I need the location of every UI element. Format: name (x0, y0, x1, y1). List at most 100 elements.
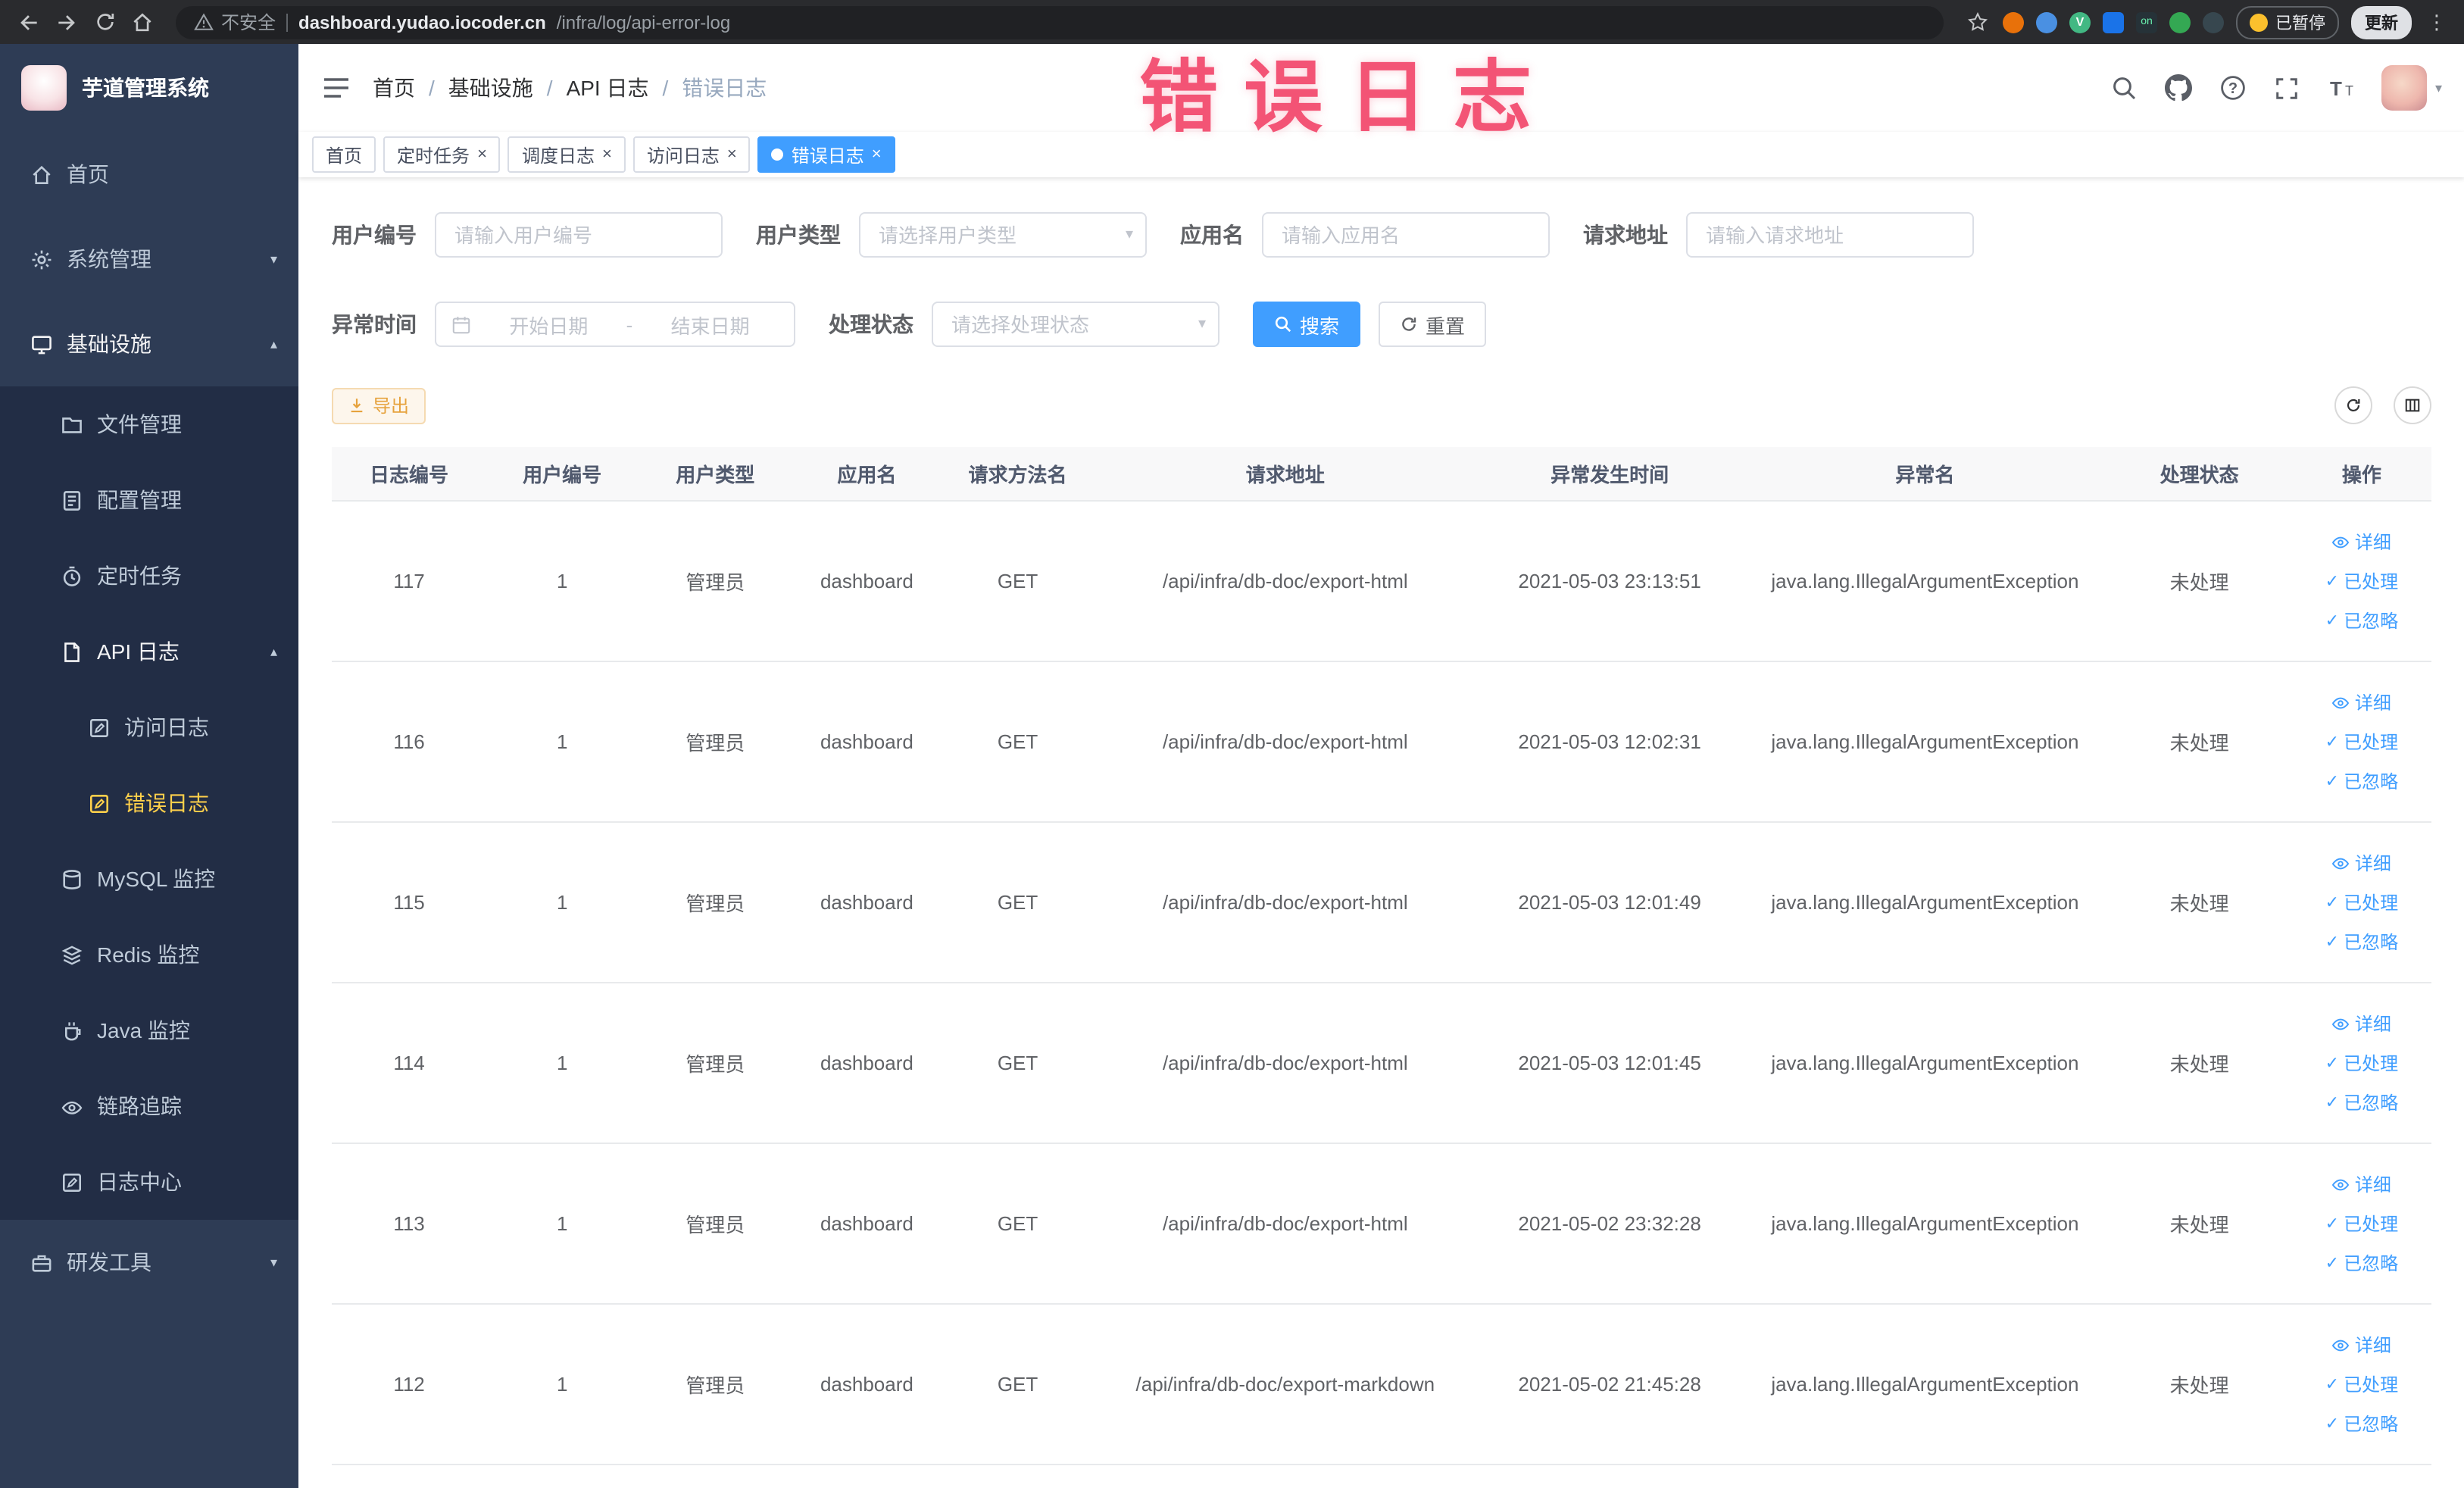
edit-note-icon (88, 792, 111, 814)
close-icon[interactable]: × (872, 145, 882, 164)
breadcrumb-item[interactable]: API 日志 (567, 73, 649, 103)
hamburger-icon[interactable] (321, 73, 351, 103)
search-icon (1275, 316, 1291, 333)
github-icon[interactable] (2164, 73, 2193, 102)
ignored-link[interactable]: ✓ 已忽略 (2298, 1083, 2425, 1122)
sidebar-item-mysql[interactable]: MySQL 监控 (0, 841, 298, 917)
tab-access-log[interactable]: 访问日志 × (632, 136, 751, 173)
search-button[interactable]: 搜索 (1253, 302, 1361, 347)
search-icon[interactable] (2110, 73, 2138, 102)
col-actions: 操作 (2291, 447, 2431, 502)
detail-link[interactable]: 详细 (2298, 1325, 2425, 1365)
sidebar-item-infra[interactable]: 基础设施 ▴ (0, 302, 298, 386)
request-url-label: 请求地址 (1583, 223, 1668, 247)
user-id-input[interactable] (435, 212, 723, 258)
processed-link[interactable]: ✓ 已处理 (2298, 1043, 2425, 1083)
ignored-link[interactable]: ✓ 已忽略 (2298, 601, 2425, 640)
detail-link[interactable]: 详细 (2298, 522, 2425, 561)
sidebar-item-trace[interactable]: 链路追踪 (0, 1068, 298, 1144)
cell-app-name: dashboard (792, 1304, 942, 1465)
sidebar-item-file[interactable]: 文件管理 (0, 386, 298, 462)
cell-url: /api/infra/db-doc/export-html (1094, 1143, 1476, 1305)
detail-link[interactable]: 详细 (2298, 1164, 2425, 1204)
extension-icon-3[interactable]: V (2069, 11, 2091, 33)
cell-app-name: dashboard (792, 1143, 942, 1305)
tab-error-log[interactable]: 错误日志 × (757, 136, 895, 173)
ignored-link[interactable]: ✓ 已忽略 (2298, 1243, 2425, 1283)
browser-menu-icon[interactable]: ⋮ (2424, 10, 2450, 34)
tab-home[interactable]: 首页 (312, 136, 376, 173)
security-warning[interactable]: 不安全 (194, 9, 276, 35)
extension-icon-5[interactable]: on (2136, 11, 2157, 33)
processed-link[interactable]: ✓ 已处理 (2298, 561, 2425, 601)
reset-button[interactable]: 重置 (1379, 302, 1487, 347)
font-size-icon[interactable]: TT (2328, 73, 2356, 102)
extension-icon-6[interactable] (2169, 11, 2191, 33)
export-button[interactable]: 导出 (332, 387, 426, 424)
edit-note-icon (88, 716, 111, 739)
extension-icon-4[interactable] (2103, 11, 2124, 33)
svg-text:?: ? (2228, 80, 2238, 97)
processed-link[interactable]: ✓ 已处理 (2298, 1204, 2425, 1243)
check-icon: ✓ (2325, 1093, 2340, 1111)
back-icon[interactable] (15, 8, 42, 36)
forward-icon[interactable] (53, 8, 80, 36)
breadcrumb-item[interactable]: 基础设施 (448, 73, 533, 103)
fullscreen-icon[interactable] (2273, 73, 2302, 102)
tab-job[interactable]: 定时任务 × (383, 136, 501, 173)
reload-icon[interactable] (91, 8, 118, 36)
sidebar-item-config[interactable]: 配置管理 (0, 462, 298, 538)
refresh-button[interactable] (2334, 386, 2372, 424)
sidebar-item-job[interactable]: 定时任务 (0, 538, 298, 614)
cell-log-id: 116 (332, 661, 487, 823)
address-bar[interactable]: 不安全 dashboard.yudao.iocoder.cn/infra/log… (176, 5, 1944, 39)
extension-icon-7[interactable] (2203, 11, 2224, 33)
sidebar-item-access-log[interactable]: 访问日志 (0, 689, 298, 765)
extension-icon-2[interactable] (2036, 11, 2057, 33)
sidebar-item-system[interactable]: 系统管理 ▾ (0, 217, 298, 302)
eye-icon (61, 1095, 83, 1118)
sidebar-item-home[interactable]: 首页 (0, 132, 298, 217)
processed-link[interactable]: ✓ 已处理 (2298, 722, 2425, 761)
date-range-picker[interactable]: 开始日期 - 结束日期 (435, 302, 795, 347)
check-icon: ✓ (2325, 1415, 2340, 1433)
user-menu[interactable]: ▾ (2381, 65, 2442, 111)
home-icon[interactable] (129, 8, 156, 36)
sidebar-item-java[interactable]: Java 监控 (0, 993, 298, 1068)
logo[interactable]: 芋道管理系统 (0, 44, 298, 132)
ignored-link[interactable]: ✓ 已忽略 (2298, 1404, 2425, 1443)
calendar-icon (451, 314, 471, 334)
sidebar-item-error-log[interactable]: 错误日志 (0, 765, 298, 841)
processed-link[interactable]: ✓ 已处理 (2298, 883, 2425, 922)
tab-job-log[interactable]: 调度日志 × (507, 136, 626, 173)
detail-link[interactable]: 详细 (2298, 1004, 2425, 1043)
ignored-link[interactable]: ✓ 已忽略 (2298, 761, 2425, 801)
sidebar-item-dev-tools[interactable]: 研发工具 ▾ (0, 1220, 298, 1305)
cell-exception: java.lang.IllegalArgumentException (1743, 1143, 2107, 1305)
extension-icon-1[interactable] (2003, 11, 2024, 33)
avatar (2381, 65, 2428, 111)
close-icon[interactable]: × (602, 145, 612, 164)
check-icon: ✓ (2325, 733, 2340, 751)
sidebar-item-api-log[interactable]: API 日志 ▴ (0, 614, 298, 689)
sidebar-item-redis[interactable]: Redis 监控 (0, 917, 298, 993)
process-status-select[interactable] (932, 302, 1220, 347)
app-name-input[interactable] (1262, 212, 1550, 258)
column-settings-button[interactable] (2394, 386, 2431, 424)
bookmark-star-icon[interactable] (1963, 8, 1991, 36)
chrome-update-button[interactable]: 更新 (2351, 5, 2412, 39)
breadcrumb-item[interactable]: 首页 (373, 73, 415, 103)
user-type-select[interactable] (859, 212, 1147, 258)
detail-link[interactable]: 详细 (2298, 683, 2425, 722)
close-icon[interactable]: × (727, 145, 737, 164)
col-app-name: 应用名 (792, 447, 942, 502)
request-url-input[interactable] (1686, 212, 1974, 258)
help-icon[interactable]: ? (2219, 73, 2247, 102)
ignored-link[interactable]: ✓ 已忽略 (2298, 922, 2425, 961)
detail-link[interactable]: 详细 (2298, 843, 2425, 883)
paused-badge[interactable]: 已暂停 (2236, 5, 2339, 39)
close-icon[interactable]: × (477, 145, 487, 164)
processed-link[interactable]: ✓ 已处理 (2298, 1365, 2425, 1404)
sidebar-item-log-center[interactable]: 日志中心 (0, 1144, 298, 1220)
chevron-down-icon: ▾ (270, 251, 277, 266)
